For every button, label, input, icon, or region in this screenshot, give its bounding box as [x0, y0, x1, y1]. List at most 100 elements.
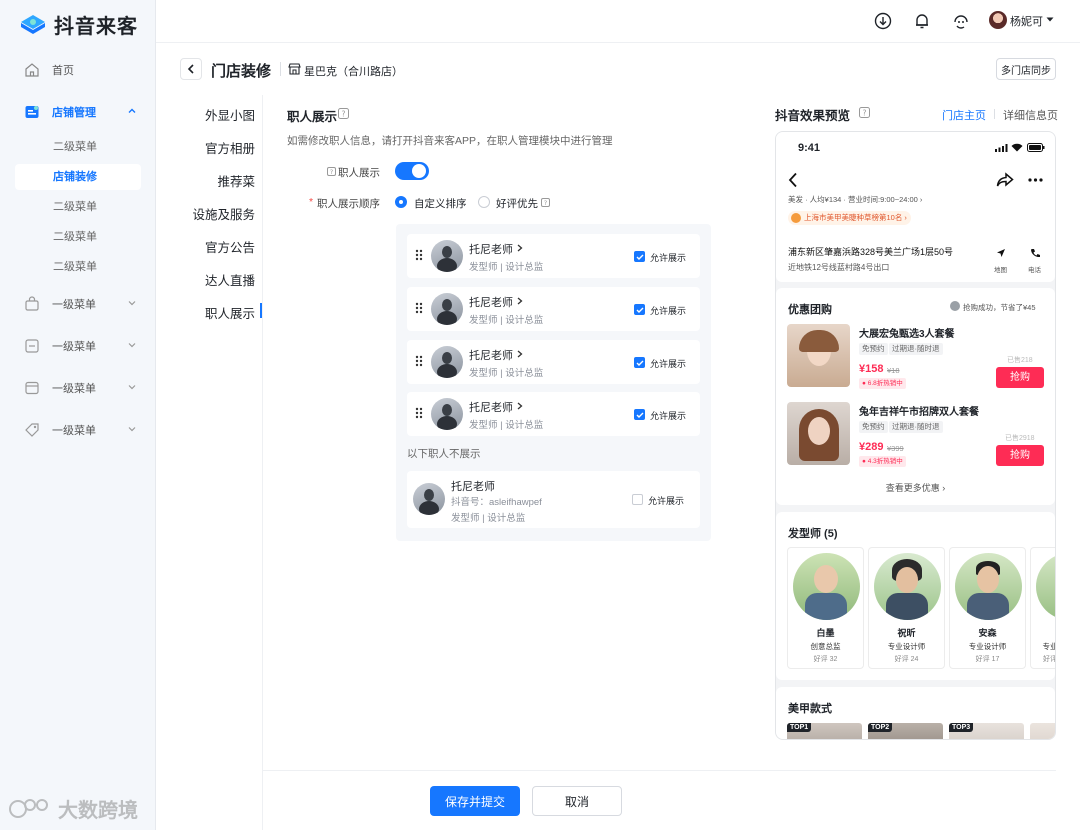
allow-display-checkbox[interactable] — [634, 304, 645, 315]
allow-display-label[interactable]: 允许展示 — [648, 494, 684, 507]
employee-card[interactable]: 托尼老师 发型师 | 设计总监 允许展示 — [407, 340, 700, 384]
sub-item-1[interactable]: 二级菜单 — [15, 134, 141, 160]
allow-display-checkbox[interactable] — [632, 494, 643, 505]
battery-icon — [1027, 143, 1045, 152]
preview-tab-store[interactable]: 门店主页 — [942, 107, 986, 123]
back-button[interactable] — [180, 58, 202, 80]
employee-name[interactable]: 托尼老师 — [469, 399, 513, 415]
nav-home[interactable]: 首页 — [0, 55, 156, 85]
nav-store-management-label: 店铺管理 — [52, 107, 96, 119]
allow-display-label[interactable]: 允许展示 — [650, 409, 686, 422]
allow-display-checkbox[interactable] — [634, 357, 645, 368]
allow-display-label[interactable]: 允许展示 — [650, 304, 686, 317]
navigation-icon[interactable] — [996, 248, 1006, 258]
sub-item-4[interactable]: 二级菜单 — [15, 224, 141, 250]
phone-label[interactable]: 电话 — [1028, 264, 1041, 274]
stylist-card[interactable]: 白墨 创意总监 好评 32 — [787, 547, 864, 669]
signal-icon — [995, 144, 1008, 152]
drag-handle-icon[interactable] — [415, 302, 423, 314]
share-icon[interactable] — [996, 172, 1014, 188]
download-icon[interactable] — [874, 12, 892, 30]
nav-level1-bag[interactable]: 一级菜单 — [0, 289, 156, 319]
active-tab-indicator — [260, 303, 262, 318]
chevron-right-icon[interactable] — [517, 244, 523, 252]
drag-handle-icon[interactable] — [415, 249, 423, 261]
store-name[interactable]: 星巴克（合川路店） — [304, 63, 403, 79]
map-label[interactable]: 地图 — [994, 264, 1007, 274]
allow-display-checkbox[interactable] — [634, 409, 645, 420]
hidden-employee-card[interactable]: 托尼老师 抖音号：asleifhawpef 发型师 | 设计总监 允许展示 — [407, 471, 700, 528]
employee-name[interactable]: 托尼老师 — [469, 241, 513, 257]
stylist-card[interactable]: 祝昕 专业设计师 好评 24 — [868, 547, 945, 669]
employee-card[interactable]: 托尼老师 发型师 | 设计总监 允许展示 — [407, 234, 700, 278]
tab-recommended-dishes[interactable]: 推荐菜 — [185, 171, 255, 190]
phone-icon[interactable] — [1030, 248, 1040, 258]
stylist-rating: 好评 17 — [975, 656, 1000, 663]
tab-thumbnail[interactable]: 外显小图 — [185, 105, 255, 124]
radio-custom-order[interactable] — [395, 196, 407, 208]
nav-level1-tag[interactable]: 一级菜单 — [0, 415, 156, 445]
buy-button[interactable]: 抢购 — [996, 445, 1044, 466]
more-deals-link[interactable]: 查看更多优惠 › — [776, 481, 1055, 494]
help-icon[interactable]: ? — [327, 167, 336, 176]
user-avatar[interactable] — [989, 11, 1007, 29]
radio-rating-first-label[interactable]: 好评优先 — [496, 196, 538, 211]
drag-handle-icon[interactable] — [415, 355, 423, 367]
chevron-right-icon[interactable] — [517, 402, 523, 410]
stylist-card[interactable]: 安森 专业设计师 好评 17 — [949, 547, 1026, 669]
employee-desc: 发型师 | 设计总监 — [469, 368, 544, 379]
allow-display-label[interactable]: 允许展示 — [650, 357, 686, 370]
employee-card[interactable]: 托尼老师 发型师 | 设计总监 允许展示 — [407, 287, 700, 331]
allow-display-checkbox[interactable] — [634, 251, 645, 262]
more-icon[interactable] — [1028, 178, 1043, 182]
tab-official-album[interactable]: 官方相册 — [185, 138, 255, 157]
sub-item-5[interactable]: 二级菜单 — [15, 254, 141, 280]
nail-style-image[interactable]: TOP3 — [949, 723, 1024, 739]
buy-button[interactable]: 抢购 — [996, 367, 1044, 388]
stylist-card[interactable]: 专业 好评 — [1030, 547, 1055, 669]
tabs-divider — [262, 95, 263, 830]
employee-card[interactable]: 托尼老师 发型师 | 设计总监 允许展示 — [407, 392, 700, 436]
deal-name[interactable]: 大展宏兔甄选3人套餐 — [859, 325, 955, 340]
tab-staff-display[interactable]: 职人展示 — [185, 303, 255, 322]
deal-image[interactable] — [787, 324, 850, 387]
nail-style-image[interactable]: TOP2 — [868, 723, 943, 739]
tab-facilities[interactable]: 设施及服务 — [185, 204, 255, 223]
preview-tab-detail[interactable]: 详细信息页 — [1003, 107, 1058, 123]
allow-display-label[interactable]: 允许展示 — [650, 251, 686, 264]
save-submit-button[interactable]: 保存并提交 — [430, 786, 520, 816]
multi-store-sync-button[interactable]: 多门店同步 — [996, 58, 1056, 80]
cancel-button[interactable]: 取消 — [532, 786, 622, 816]
tab-announcement[interactable]: 官方公告 — [185, 237, 255, 256]
app-logo[interactable]: 抖音来客 — [18, 10, 138, 39]
radio-custom-order-label[interactable]: 自定义排序 — [414, 196, 467, 211]
nav-level1-folder[interactable]: 一级菜单 — [0, 373, 156, 403]
drag-handle-icon[interactable] — [415, 407, 423, 419]
tab-live[interactable]: 达人直播 — [185, 270, 255, 289]
sub-item-3[interactable]: 二级菜单 — [15, 194, 141, 220]
rank-badge[interactable]: 上海市美甲美睫种草榜第10名 › — [788, 211, 911, 225]
caret-down-icon[interactable] — [1046, 17, 1054, 23]
sub-item-store-decoration[interactable]: 店铺装修 — [15, 164, 141, 190]
employee-name[interactable]: 托尼老师 — [469, 294, 513, 310]
nav-level1-box[interactable]: 一级菜单 — [0, 331, 156, 361]
deal-image[interactable] — [787, 402, 850, 465]
customer-service-icon[interactable] — [952, 12, 970, 30]
staff-display-toggle[interactable] — [395, 162, 429, 180]
nav-store-management[interactable]: 店铺管理 — [0, 97, 156, 127]
help-icon[interactable]: ? — [859, 107, 870, 118]
bell-icon[interactable] — [913, 12, 931, 30]
user-name[interactable]: 杨妮可 — [1010, 13, 1043, 29]
employee-name[interactable]: 托尼老师 — [469, 347, 513, 363]
nail-style-image[interactable] — [1030, 723, 1055, 739]
chevron-right-icon[interactable] — [517, 350, 523, 358]
help-icon[interactable]: ? — [541, 198, 550, 207]
employee-avatar — [431, 240, 463, 272]
radio-rating-first[interactable] — [478, 196, 490, 208]
nail-style-image[interactable]: TOP1 — [787, 723, 862, 739]
help-icon[interactable]: ? — [338, 108, 349, 119]
check-icon — [636, 307, 643, 313]
chevron-left-icon[interactable] — [788, 172, 798, 188]
deal-name[interactable]: 兔年吉祥午市招牌双人套餐 — [859, 403, 979, 418]
chevron-right-icon[interactable] — [517, 297, 523, 305]
